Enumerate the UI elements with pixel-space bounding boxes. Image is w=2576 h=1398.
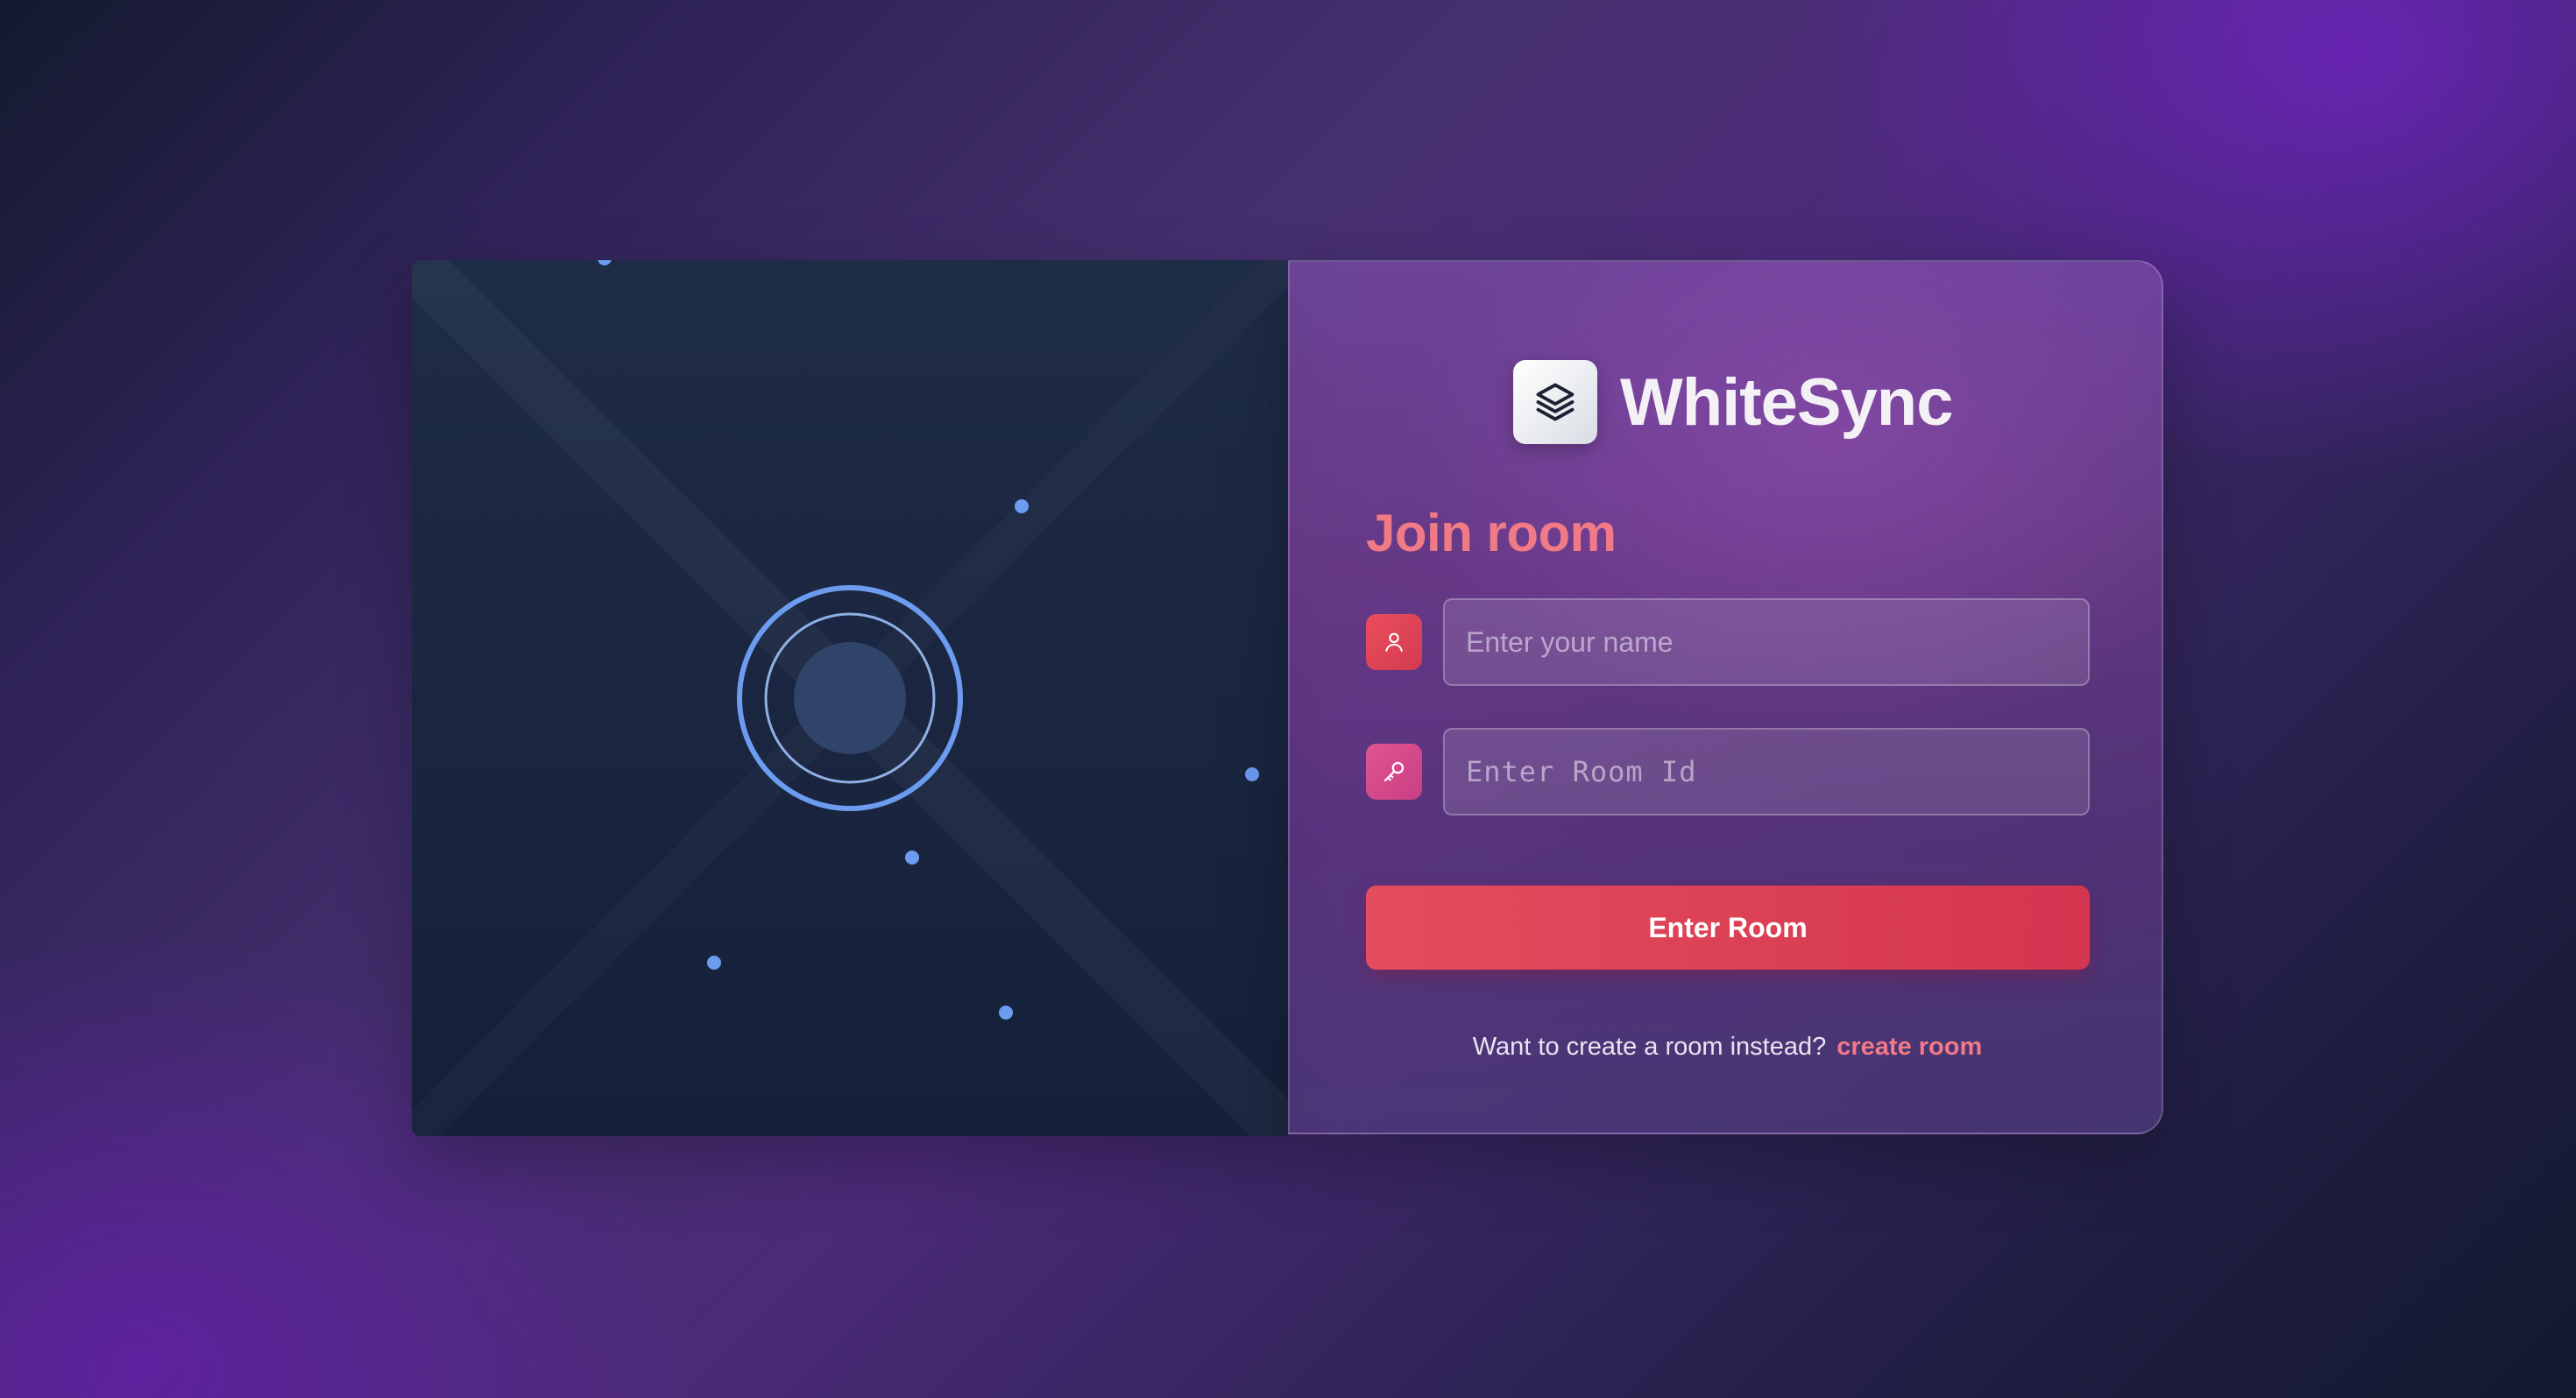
illustration-graphic <box>412 260 1288 1136</box>
name-field-row <box>1366 598 2090 686</box>
room-field-row <box>1366 728 2090 816</box>
particle-dot <box>905 851 919 865</box>
page-title: Join room <box>1366 504 1617 562</box>
particle-dot <box>1245 767 1259 781</box>
join-room-card: WhiteSync Join room Enter Room Want to c… <box>1288 260 2163 1134</box>
enter-room-button[interactable]: Enter Room <box>1366 886 2090 970</box>
core-circle <box>794 642 906 754</box>
room-id-input[interactable] <box>1443 728 2090 816</box>
brand-name: WhiteSync <box>1620 364 1953 440</box>
brand-header: WhiteSync <box>1513 360 1953 444</box>
layers-icon <box>1513 360 1597 444</box>
create-room-prompt-text: Want to create a room instead? <box>1472 1033 1827 1061</box>
key-icon <box>1366 744 1422 800</box>
particle-dot <box>999 1006 1013 1020</box>
illustration-panel <box>412 260 1288 1136</box>
particle-dot <box>598 260 612 265</box>
create-room-prompt: Want to create a room instead? create roo… <box>1290 1033 2165 1062</box>
particle-dot <box>1015 499 1029 513</box>
create-room-link[interactable]: create room <box>1836 1033 1982 1061</box>
particle-dot <box>707 956 721 970</box>
user-icon <box>1366 614 1422 670</box>
name-input[interactable] <box>1443 598 2090 686</box>
